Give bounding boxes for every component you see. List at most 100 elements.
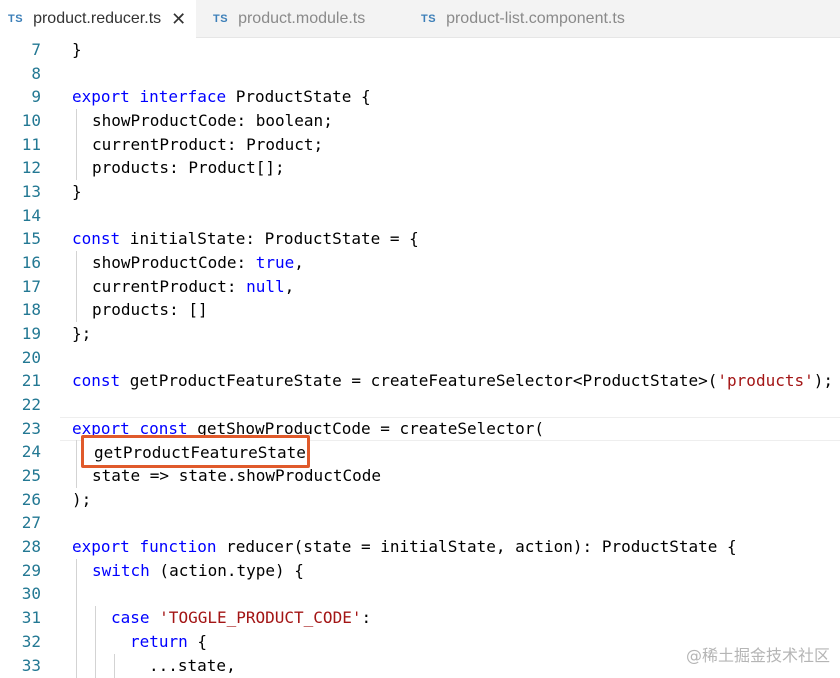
code-token: ...state, (149, 656, 236, 675)
indent-guide (76, 109, 77, 133)
line-number: 23 (0, 417, 41, 441)
code-token: showProductCode: (92, 253, 256, 272)
code-token (130, 87, 140, 106)
line-number: 21 (0, 369, 41, 393)
tab-product-reducer[interactable]: TS product.reducer.ts ✕ (0, 0, 196, 38)
code-token: getProductFeatureState = createFeatureSe… (120, 371, 717, 390)
code-line: 19}; (0, 322, 840, 346)
line-number: 20 (0, 346, 41, 370)
code-text: case 'TOGGLE_PRODUCT_CODE': (111, 606, 371, 630)
code-line: 7} (0, 38, 840, 62)
indent-guide (76, 251, 77, 275)
close-icon[interactable]: ✕ (171, 10, 186, 28)
code-line: 31case 'TOGGLE_PRODUCT_CODE': (0, 606, 840, 630)
code-line: 13} (0, 180, 840, 204)
code-token: products: [] (92, 300, 208, 319)
indent-guide (114, 654, 115, 678)
code-token: } (72, 182, 82, 201)
line-number: 12 (0, 156, 41, 180)
code-token: currentProduct: (92, 277, 246, 296)
line-number: 13 (0, 180, 41, 204)
line-number: 8 (0, 62, 41, 86)
code-text: export function reducer(state = initialS… (72, 535, 737, 559)
code-line: 16 showProductCode: true, (0, 251, 840, 275)
code-line: 14 (0, 204, 840, 228)
line-number: 11 (0, 133, 41, 157)
code-token: ); (72, 490, 91, 509)
code-token: showProductCode: boolean; (92, 111, 333, 130)
code-text: const getProductFeatureState = createFea… (72, 369, 833, 393)
code-line: 26); (0, 488, 840, 512)
line-number: 10 (0, 109, 41, 133)
code-line: 10 showProductCode: boolean; (0, 109, 840, 133)
line-number: 24 (0, 440, 41, 464)
code-text: showProductCode: boolean; (92, 109, 333, 133)
line-number: 19 (0, 322, 41, 346)
code-token: (action.type) { (150, 561, 304, 580)
code-line: 11 currentProduct: Product; (0, 133, 840, 157)
code-text: export interface ProductState { (72, 85, 371, 109)
code-text: } (72, 38, 82, 62)
code-text: } (72, 180, 82, 204)
highlight-box: getProductFeatureState (81, 435, 310, 468)
code-line: 29 switch (action.type) { (0, 559, 840, 583)
indent-guide (95, 630, 96, 654)
code-line: 9 export interface ProductState { (0, 85, 840, 109)
code-token: true (256, 253, 295, 272)
tab-product-module[interactable]: TS product.module.ts (205, 0, 405, 37)
line-number: 18 (0, 298, 41, 322)
indent-guide (76, 440, 77, 464)
code-text: ...state, (149, 654, 236, 678)
indent-guide (76, 298, 77, 322)
code-token: products: Product[]; (92, 158, 285, 177)
code-text: showProductCode: true, (92, 251, 304, 275)
line-number: 28 (0, 535, 41, 559)
tab-label: product-list.component.ts (446, 10, 625, 28)
code-token: currentProduct: Product; (92, 135, 323, 154)
code-token: interface (139, 87, 226, 106)
line-number: 15 (0, 227, 41, 251)
indent-guide (76, 464, 77, 488)
line-number: 33 (0, 654, 41, 678)
line-number: 17 (0, 275, 41, 299)
code-token: export (72, 87, 130, 106)
line-number: 27 (0, 511, 41, 535)
line-number: 30 (0, 582, 41, 606)
typescript-icon: TS (421, 13, 436, 25)
code-token (130, 537, 140, 556)
tab-product-list-component[interactable]: TS product-list.component.ts (413, 0, 663, 37)
code-token: 'products' (717, 371, 813, 390)
indent-guide (76, 630, 77, 654)
highlighted-code: getProductFeatureState (94, 441, 306, 465)
code-token: }; (72, 324, 91, 343)
code-token: , (294, 253, 304, 272)
code-text: currentProduct: Product; (92, 133, 323, 157)
line-number: 16 (0, 251, 41, 275)
code-token: return (130, 632, 188, 651)
line-number: 7 (0, 38, 41, 62)
code-token: : (361, 608, 371, 627)
code-text: switch (action.type) { (92, 559, 304, 583)
code-line: 22 (0, 393, 840, 417)
tab-label: product.reducer.ts (33, 10, 161, 28)
indent-guide (76, 654, 77, 678)
code-line: 30 (0, 582, 840, 606)
line-number: 22 (0, 393, 41, 417)
indent-guide (95, 606, 96, 630)
code-token: state => state.showProductCode (92, 466, 381, 485)
code-editor[interactable]: 7}89export interface ProductState {10sho… (0, 38, 840, 670)
indent-guide (76, 156, 77, 180)
line-number: 9 (0, 85, 41, 109)
code-token: switch (92, 561, 150, 580)
indent-guide (76, 275, 77, 299)
code-line: 20 (0, 346, 840, 370)
line-number: 29 (0, 559, 41, 583)
code-token (150, 608, 160, 627)
code-text: products: [] (92, 298, 208, 322)
code-token: initialState: ProductState = { (120, 229, 419, 248)
code-text: }; (72, 322, 91, 346)
indent-guide (76, 606, 77, 630)
code-token: function (139, 537, 216, 556)
watermark: @稀土掘金技术社区 (686, 642, 830, 666)
code-line: 15const initialState: ProductState = { (0, 227, 840, 251)
